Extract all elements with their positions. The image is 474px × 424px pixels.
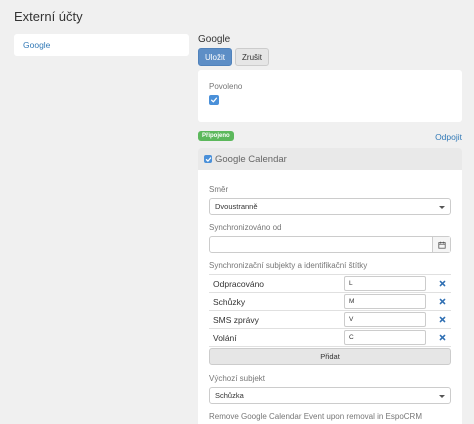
table-row: Schůzky M xyxy=(209,293,451,311)
google-calendar-body: Směr Dvoustranně Synchronizováno od Sync… xyxy=(198,185,462,424)
direction-value: Dvoustranně xyxy=(215,202,258,211)
direction-label: Směr xyxy=(209,185,229,194)
mapping-code-input[interactable]: M xyxy=(344,294,426,309)
record-title: Google xyxy=(198,34,231,45)
remove-row-button[interactable] xyxy=(436,298,448,305)
google-calendar-panel: Google Calendar Směr Dvoustranně Synchro… xyxy=(198,148,462,424)
remove-on-delete-label: Remove Google Calendar Event upon remova… xyxy=(209,412,422,421)
save-button[interactable]: Uložit xyxy=(198,48,233,66)
default-entity-label: Výchozí subjekt xyxy=(209,374,266,383)
mapping-entity-name: Volání xyxy=(213,332,237,343)
mapping-code-input[interactable]: C xyxy=(344,330,426,345)
sync-since-input[interactable] xyxy=(209,236,451,253)
enabled-panel: Povoleno xyxy=(198,70,462,122)
check-icon xyxy=(210,97,218,103)
default-entity-select[interactable]: Schůzka xyxy=(209,387,451,404)
calendar-button[interactable] xyxy=(432,237,450,252)
mapping-entity-name: SMS zprávy xyxy=(213,314,259,325)
chevron-down-icon xyxy=(439,206,445,209)
sidebar-item-google[interactable]: Google xyxy=(14,34,189,56)
remove-row-button[interactable] xyxy=(436,316,448,323)
calendar-icon xyxy=(437,241,446,249)
direction-select[interactable]: Dvoustranně xyxy=(209,198,451,215)
sync-since-label: Synchronizováno od xyxy=(209,223,282,232)
mapping-table: Odpracováno L Schůzky M SMS zprávy V Vol… xyxy=(209,274,451,347)
close-icon xyxy=(439,298,445,305)
enabled-checkbox[interactable] xyxy=(209,95,219,105)
table-row: SMS zprávy V xyxy=(209,311,451,329)
mapping-entity-name: Schůzky xyxy=(213,296,246,307)
google-calendar-checkbox[interactable] xyxy=(204,155,212,163)
add-mapping-button[interactable]: Přidat xyxy=(209,348,451,365)
table-row: Odpracováno L xyxy=(209,275,451,293)
close-icon xyxy=(439,316,445,323)
button-row: Uložit Zrušit xyxy=(198,48,270,66)
remove-row-button[interactable] xyxy=(436,334,448,341)
disconnect-link[interactable]: Odpojit xyxy=(435,132,462,142)
default-entity-value: Schůzka xyxy=(215,391,244,400)
mapping-code-input[interactable]: V xyxy=(344,312,426,327)
check-icon xyxy=(205,156,211,162)
remove-row-button[interactable] xyxy=(436,280,448,287)
close-icon xyxy=(439,334,445,341)
connected-badge: Připojeno xyxy=(198,131,234,141)
close-icon xyxy=(439,280,445,287)
enabled-label: Povoleno xyxy=(209,82,243,91)
sidebar: Google xyxy=(14,34,189,56)
google-calendar-label: Google Calendar xyxy=(215,153,287,165)
page-title: Externí účty xyxy=(14,9,83,24)
mapping-entity-name: Odpracováno xyxy=(213,278,265,289)
mapping-label: Synchronizační subjekty a identifikační … xyxy=(209,261,368,270)
mapping-code-input[interactable]: L xyxy=(344,276,426,291)
cancel-button[interactable]: Zrušit xyxy=(235,48,270,66)
google-calendar-header: Google Calendar xyxy=(198,148,462,170)
chevron-down-icon xyxy=(439,395,445,398)
table-row: Volání C xyxy=(209,329,451,347)
